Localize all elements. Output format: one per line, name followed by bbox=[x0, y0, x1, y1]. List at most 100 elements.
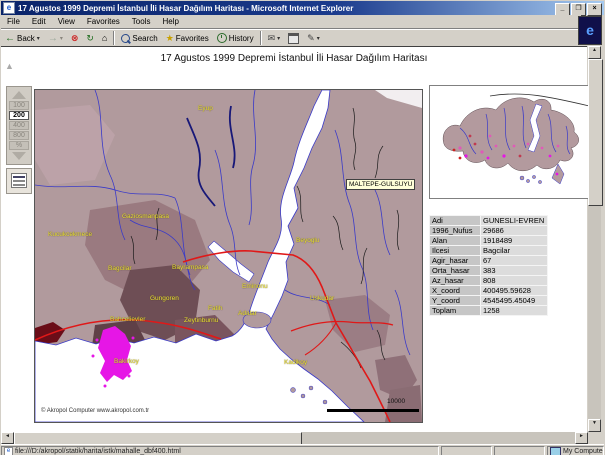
map-hover-tooltip: MALTEPE-GULSUYU bbox=[346, 179, 415, 190]
refresh-button[interactable]: ↻ bbox=[82, 30, 98, 46]
title-bar[interactable]: e 17 Agustos 1999 Depremi İstanbul İli H… bbox=[1, 1, 604, 15]
zoom-level-200-selected[interactable]: 200 bbox=[9, 111, 29, 120]
favorites-button[interactable]: ★ Favorites bbox=[162, 30, 213, 46]
scale-value: 10000 bbox=[387, 398, 405, 405]
menu-bar: File Edit View Favorites Tools Help bbox=[1, 15, 581, 29]
north-arrow-icon: ▲ bbox=[5, 61, 14, 71]
status-url-panel: e file:///D:/akropol/statik/harita/istk/… bbox=[1, 446, 439, 455]
search-icon bbox=[121, 34, 130, 43]
page-title: 17 Agustos 1999 Depremi İstanbul İli Has… bbox=[1, 53, 587, 64]
map-label: Eminonu bbox=[242, 283, 268, 290]
status-panel bbox=[494, 446, 545, 455]
menu-view[interactable]: View bbox=[52, 16, 81, 27]
map-label: Kucukcekmece bbox=[48, 231, 92, 238]
map-label: Zeytinburnu bbox=[184, 317, 218, 324]
page-content: 17 Agustos 1999 Depremi İstanbul İli Has… bbox=[1, 46, 587, 433]
status-bar: e file:///D:/akropol/statik/harita/istk/… bbox=[1, 444, 604, 455]
table-row: 1996_Nufus29686 bbox=[430, 226, 547, 235]
table-row: Agir_hasar67 bbox=[430, 256, 547, 265]
map-label: Bakirkoy bbox=[114, 358, 139, 365]
map-label: Eyup bbox=[198, 105, 213, 112]
map-label: Bahcelievler bbox=[110, 316, 145, 323]
zoom-level-percent[interactable]: % bbox=[9, 141, 29, 150]
back-button[interactable]: ← Back ▾ bbox=[1, 30, 44, 46]
table-row: Alan1918489 bbox=[430, 236, 547, 245]
menu-edit[interactable]: Edit bbox=[26, 16, 52, 27]
scroll-right-icon[interactable]: ► bbox=[575, 432, 588, 444]
attribute-table: AdiGUNESLI-EVREN 1996_Nufus29686 Alan191… bbox=[429, 215, 548, 316]
zoom-out-icon[interactable] bbox=[12, 152, 26, 160]
table-row: Toplam1258 bbox=[430, 306, 547, 315]
status-url: file:///D:/akropol/statik/harita/istk/ma… bbox=[15, 448, 181, 455]
table-row: Az_hasar808 bbox=[430, 276, 547, 285]
status-zone-panel: My Computer bbox=[547, 446, 604, 455]
mail-dropdown-icon[interactable]: ▾ bbox=[277, 35, 280, 42]
back-dropdown-icon[interactable]: ▾ bbox=[37, 35, 40, 42]
back-icon: ← bbox=[5, 33, 15, 44]
legend-button[interactable] bbox=[6, 168, 32, 194]
scroll-up-icon[interactable]: ▲ bbox=[588, 46, 601, 59]
stop-button[interactable]: ⊗ bbox=[67, 30, 83, 46]
map-label: Beyoglu bbox=[296, 237, 320, 244]
forward-button[interactable]: → ▾ bbox=[44, 30, 67, 46]
edit-dropdown-icon[interactable]: ▾ bbox=[317, 35, 320, 42]
status-zone-label: My Computer bbox=[563, 448, 604, 455]
refresh-icon: ↻ bbox=[86, 33, 94, 44]
toolbar-separator bbox=[113, 31, 115, 45]
table-row: IlcesiBagcilar bbox=[430, 246, 547, 255]
zoom-level-400[interactable]: 400 bbox=[9, 121, 29, 130]
scale-bar bbox=[327, 409, 419, 412]
mail-icon: ✉ bbox=[268, 33, 276, 44]
stop-icon: ⊗ bbox=[71, 33, 79, 44]
zoom-level-800[interactable]: 800 bbox=[9, 131, 29, 140]
menu-file[interactable]: File bbox=[1, 16, 26, 27]
table-row: Y_coord4545495.45049 bbox=[430, 296, 547, 305]
table-row: AdiGUNESLI-EVREN bbox=[430, 216, 547, 225]
vertical-scrollbar[interactable]: ▲ ▼ bbox=[588, 46, 601, 432]
ie-throbber-logo: e bbox=[578, 16, 602, 45]
my-computer-icon bbox=[550, 447, 561, 455]
ie-page-icon: e bbox=[3, 2, 15, 14]
window-title: 17 Agustos 1999 Depremi İstanbul İli Has… bbox=[18, 4, 353, 13]
map-label: Fatih bbox=[208, 305, 222, 312]
browser-window: e 17 Agustos 1999 Depremi İstanbul İli H… bbox=[0, 0, 605, 455]
history-icon bbox=[217, 33, 227, 43]
close-button[interactable]: × bbox=[587, 3, 602, 16]
toolbar-separator bbox=[260, 31, 262, 45]
edit-icon: ✎ bbox=[307, 33, 315, 44]
map-label: Adalar bbox=[238, 310, 257, 317]
scroll-left-icon[interactable]: ◄ bbox=[1, 432, 14, 444]
favorites-icon: ★ bbox=[166, 33, 174, 44]
vertical-scroll-thumb[interactable] bbox=[588, 59, 603, 206]
edit-button[interactable]: ✎ ▾ bbox=[303, 30, 324, 46]
map-copyright: © Akropol Computer www.akropol.com.tr bbox=[41, 408, 149, 414]
table-row: X_coord400495.59628 bbox=[430, 286, 547, 295]
mail-button[interactable]: ✉ ▾ bbox=[264, 30, 285, 46]
history-button[interactable]: History bbox=[213, 30, 258, 46]
overview-map[interactable] bbox=[429, 85, 603, 199]
search-button[interactable]: Search bbox=[117, 30, 161, 46]
home-button[interactable]: ⌂ bbox=[98, 30, 111, 46]
menu-favorites[interactable]: Favorites bbox=[81, 16, 126, 27]
ie-page-icon: e bbox=[4, 447, 13, 455]
map-label: Gungoren bbox=[150, 295, 179, 302]
map-label: Gaziosmanpasa bbox=[122, 213, 169, 220]
zoom-in-icon[interactable] bbox=[12, 91, 26, 99]
damage-map[interactable]: Eyup Gaziosmanpasa Kucukcekmece Bagcilar… bbox=[34, 89, 423, 423]
horizontal-scrollbar[interactable]: ◄ ► bbox=[1, 432, 588, 444]
zoom-level-100[interactable]: 100 bbox=[9, 101, 29, 110]
table-row: Orta_hasar383 bbox=[430, 266, 547, 275]
forward-icon: → bbox=[48, 33, 58, 44]
menu-help[interactable]: Help bbox=[156, 16, 184, 27]
home-icon: ⌂ bbox=[102, 33, 107, 43]
map-label: Kadikoy bbox=[284, 359, 307, 366]
map-label: Bayrampasa bbox=[172, 264, 209, 271]
print-button[interactable] bbox=[284, 30, 303, 46]
scroll-down-icon[interactable]: ▼ bbox=[588, 419, 601, 432]
standard-toolbar: ← Back ▾ → ▾ ⊗ ↻ ⌂ Search ★ Favorites Hi… bbox=[1, 28, 581, 47]
menu-tools[interactable]: Tools bbox=[126, 16, 157, 27]
map-label: Uskudar bbox=[310, 295, 334, 302]
forward-dropdown-icon[interactable]: ▾ bbox=[60, 35, 63, 42]
legend-icon bbox=[11, 173, 27, 188]
print-icon bbox=[288, 33, 299, 44]
